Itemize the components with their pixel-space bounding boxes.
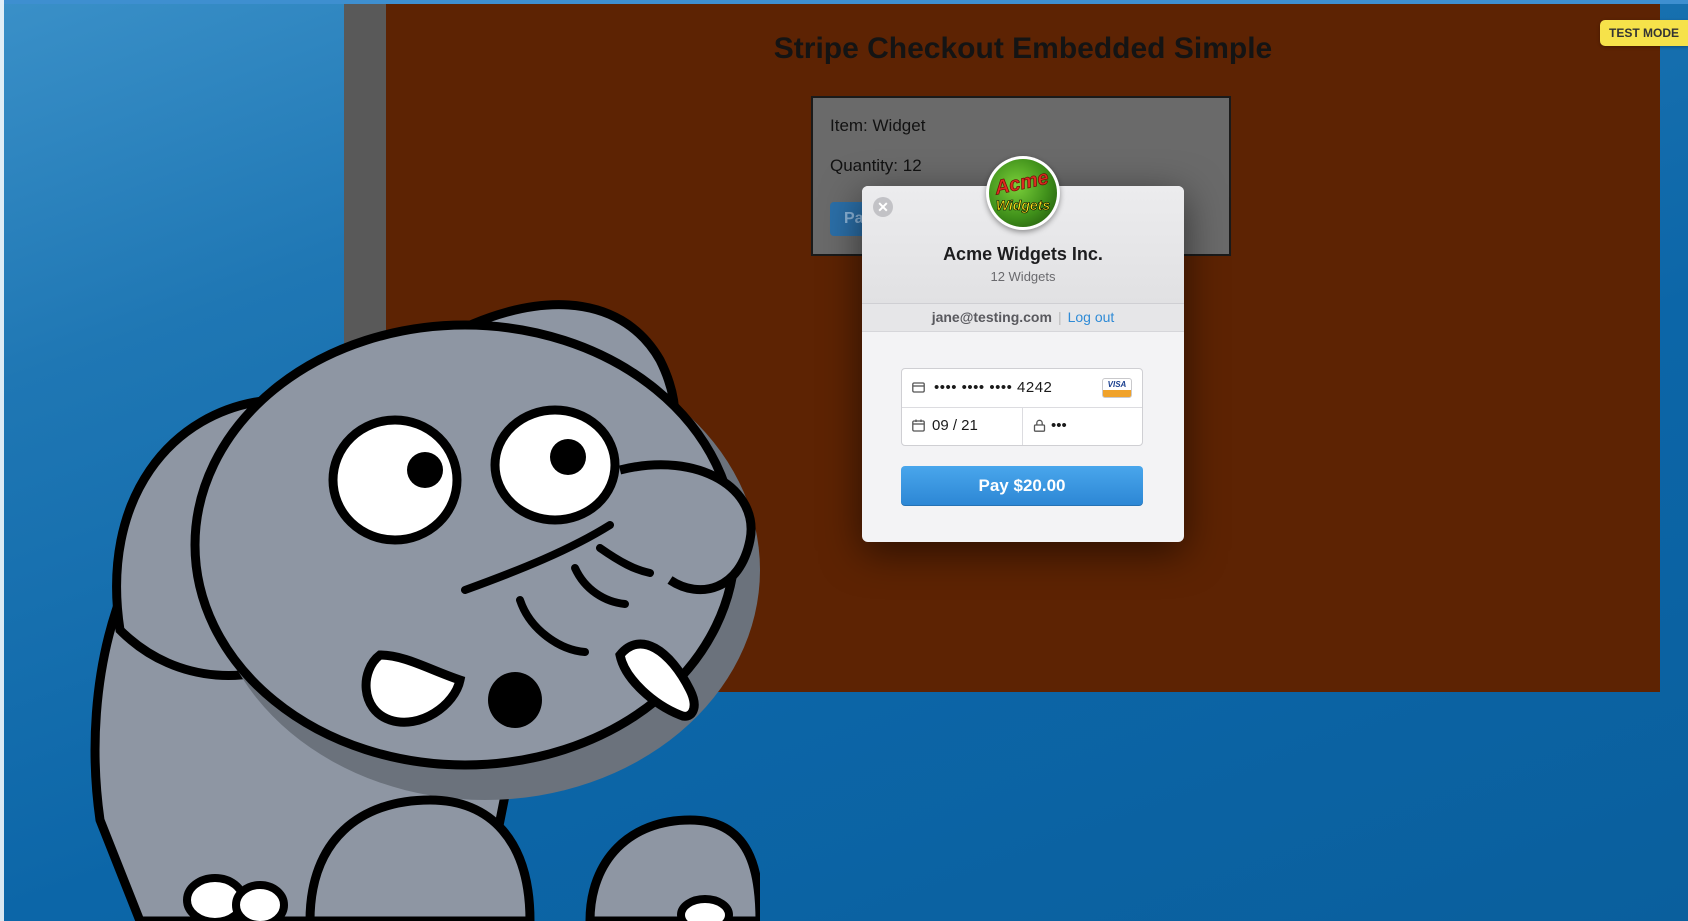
account-separator: | — [1057, 309, 1062, 325]
merchant-name: Acme Widgets Inc. — [943, 244, 1103, 264]
elephant-illustration — [90, 300, 760, 921]
card-number-field[interactable]: •••• •••• •••• 4242 VISA — [902, 369, 1142, 408]
quantity-line: Quantity: 12 — [830, 156, 922, 175]
order-description: 12 Widgets — [990, 269, 1056, 284]
pay-button[interactable]: Pay $20.00 — [901, 466, 1143, 506]
card-details-box: •••• •••• •••• 4242 VISA 09 / 21 ••• — [901, 368, 1143, 446]
account-bar: jane@testing.com | Log out — [862, 304, 1184, 332]
item-line: Item: Widget — [830, 116, 926, 135]
visa-icon: VISA — [1102, 378, 1132, 398]
card-icon — [912, 382, 925, 393]
checkout-header: ✕ Acme Widgets Acme Widgets Inc. 12 Widg… — [862, 156, 1184, 304]
expiry-value: 09 / 21 — [932, 417, 978, 434]
card-number-value: •••• •••• •••• 4242 — [934, 379, 1053, 396]
left-border — [0, 0, 4, 921]
logo-line2: Widgets — [996, 197, 1051, 213]
account-email: jane@testing.com — [931, 309, 1052, 325]
cvc-value: ••• — [1051, 417, 1067, 434]
logout-link[interactable]: Log out — [1068, 309, 1115, 325]
lock-icon — [1033, 419, 1046, 432]
cvc-field[interactable]: ••• — [1023, 407, 1142, 445]
merchant-logo: Acme Widgets — [986, 156, 1060, 230]
page-title: Stripe Checkout Embedded Simple — [773, 32, 1273, 65]
test-mode-badge: TEST MODE — [1600, 20, 1688, 46]
acme-widgets-logo: Acme Widgets — [991, 166, 1051, 213]
expiry-field[interactable]: 09 / 21 — [902, 407, 1023, 445]
logo-line1: Acme — [992, 167, 1051, 200]
calendar-icon — [912, 419, 925, 432]
checkout-modal: ✕ Acme Widgets Acme Widgets Inc. 12 Widg… — [862, 156, 1184, 542]
close-icon[interactable]: ✕ — [873, 197, 893, 217]
